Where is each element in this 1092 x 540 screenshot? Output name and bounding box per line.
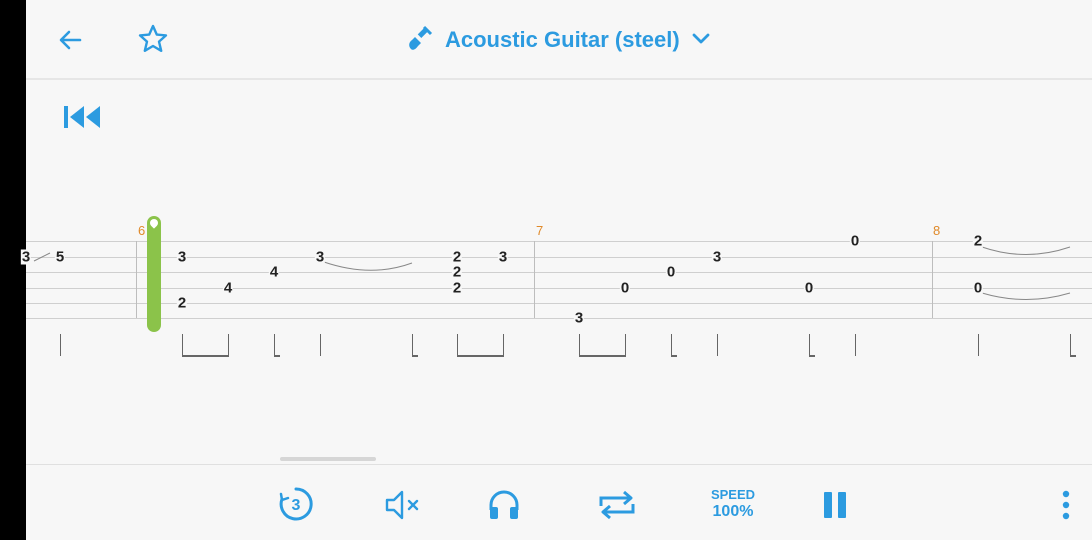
guitar-icon: [405, 23, 435, 58]
tab-articulations: [33, 246, 1071, 300]
rhythm-stem: [855, 334, 856, 356]
rhythm-stem: [182, 334, 183, 356]
tab-note: 3: [314, 248, 326, 266]
tab-note: 3: [20, 248, 32, 266]
rhythm-stem: [412, 334, 413, 356]
left-edge-bar: [0, 0, 26, 540]
tab-note: 3: [497, 248, 509, 266]
tab-note: 2: [451, 248, 463, 266]
rewind-to-start-icon[interactable]: [62, 104, 102, 135]
top-app-bar: Acoustic Guitar (steel): [26, 0, 1092, 80]
speed-value: 100%: [712, 503, 754, 520]
rhythm-beam: [182, 355, 229, 357]
rhythm-flag: [274, 355, 280, 357]
svg-text:3: 3: [292, 497, 301, 514]
tab-note: 4: [222, 279, 234, 297]
tab-note: 0: [665, 263, 677, 281]
rhythm-stem: [228, 334, 229, 356]
rhythm-flag: [671, 355, 677, 357]
tab-note: 2: [176, 294, 188, 312]
rhythm-stem: [671, 334, 672, 356]
tab-note: 0: [803, 279, 815, 297]
cursor-handle-icon[interactable]: [148, 217, 160, 229]
tab-note: 4: [268, 263, 280, 281]
chevron-down-icon: [690, 27, 712, 54]
tab-note: 2: [972, 232, 984, 250]
rhythm-stem: [60, 334, 61, 356]
tab-note: 2: [451, 263, 463, 281]
tab-note: 0: [849, 232, 861, 250]
instrument-title: Acoustic Guitar (steel): [445, 27, 680, 52]
more-options-icon[interactable]: [1060, 488, 1072, 522]
rhythm-stem: [809, 334, 810, 356]
rhythm-stem: [274, 334, 275, 356]
drag-handle[interactable]: [280, 457, 376, 461]
rhythm-stem: [579, 334, 580, 356]
mute-icon[interactable]: [384, 488, 422, 522]
star-icon[interactable]: [136, 22, 170, 56]
tab-note: 0: [619, 279, 631, 297]
rhythm-stem: [1070, 334, 1071, 356]
headphones-icon[interactable]: [487, 488, 521, 522]
tab-note: 3: [176, 248, 188, 266]
bottom-divider: [26, 464, 1092, 465]
tab-note: 2: [451, 279, 463, 297]
playback-toolbar: 3 SPEED 100%: [26, 466, 1092, 540]
rhythm-stem: [457, 334, 458, 356]
rhythm-stem: [625, 334, 626, 356]
tab-note: 3: [711, 248, 723, 266]
back-arrow-icon[interactable]: [54, 24, 86, 56]
instrument-selector[interactable]: Acoustic Guitar (steel): [405, 22, 712, 58]
rhythm-flag: [809, 355, 815, 357]
rhythm-stem: [717, 334, 718, 356]
count-in-icon: 3: [279, 487, 313, 521]
rhythm-flag: [1070, 355, 1076, 357]
rhythm-stem: [320, 334, 321, 356]
count-in-button[interactable]: 3: [278, 486, 314, 522]
rhythm-beam: [579, 355, 626, 357]
speed-control[interactable]: SPEED 100%: [705, 488, 761, 522]
loop-icon[interactable]: [595, 486, 639, 524]
rhythm-beam: [457, 355, 504, 357]
tablature-view[interactable]: 6 7 8 3 5 3 2 4 4 3 2 2 2 3 3 0 0 3 0 0 …: [20, 200, 1092, 380]
pause-icon[interactable]: [821, 490, 849, 520]
tab-note: 0: [972, 279, 984, 297]
rhythm-flag: [412, 355, 418, 357]
tab-note: 3: [573, 309, 585, 327]
rhythm-stem: [503, 334, 504, 356]
playback-cursor[interactable]: [147, 216, 161, 332]
rhythm-stem: [978, 334, 979, 356]
tab-note: 5: [54, 248, 66, 266]
speed-label: SPEED: [710, 487, 756, 502]
